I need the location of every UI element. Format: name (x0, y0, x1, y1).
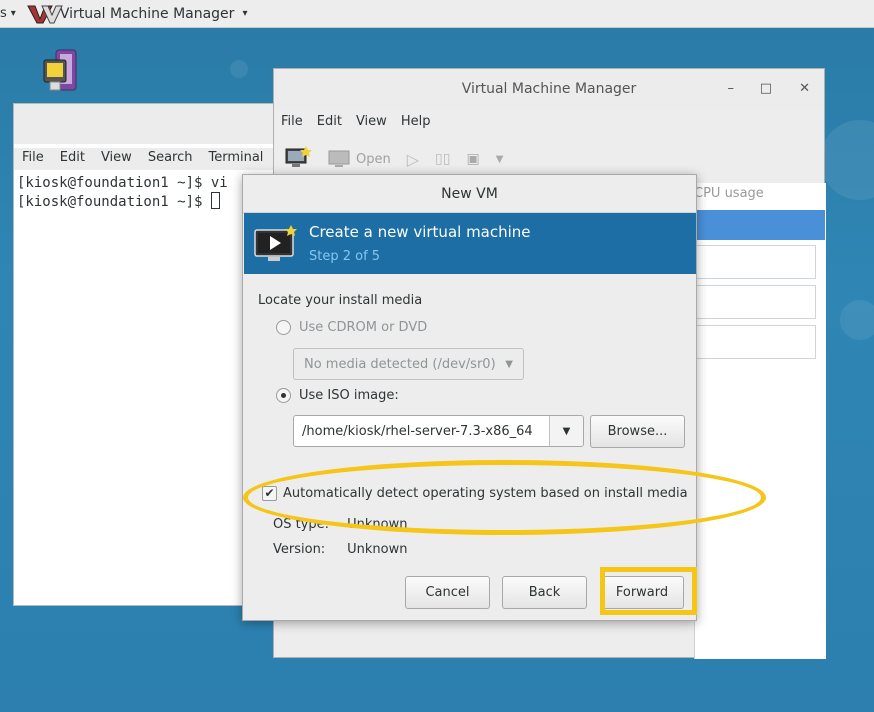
chevron-down-icon: ▼ (562, 425, 571, 437)
iso-dropdown-button[interactable]: ▼ (549, 416, 583, 446)
terminal-menu-view[interactable]: View (93, 148, 140, 170)
vmm-menu-help[interactable]: Help (394, 111, 438, 135)
new-vm-banner-icon (254, 225, 298, 263)
back-button[interactable]: Back (502, 576, 587, 609)
vmm-toolbar: Open ▷ ▯▯ ▣ ▼ (284, 145, 824, 173)
install-media-label: Locate your install media (258, 293, 423, 308)
top-bar: s ▾ Virtual Machine Manager ▾ (0, 0, 874, 28)
chevron-down-icon[interactable]: ▼ (496, 154, 504, 165)
maximize-button[interactable]: □ (760, 81, 772, 96)
cpu-graph (696, 285, 816, 319)
terminal-menu-search[interactable]: Search (140, 148, 201, 170)
cpu-graph (696, 325, 816, 359)
desktop-bokeh (230, 60, 248, 78)
cpu-graph (696, 245, 816, 279)
wizard-step: Step 2 of 5 (309, 249, 381, 264)
pause-icon[interactable]: ▯▯ (435, 151, 450, 167)
cdrom-combo-value: No media detected (/dev/sr0) (304, 356, 496, 372)
iso-path-input[interactable]: /home/kiosk/rhel-server-7.3-x86_64 (294, 424, 550, 439)
iso-path-combo[interactable]: /home/kiosk/rhel-server-7.3-x86_64 ▼ (293, 415, 584, 447)
minimize-button[interactable]: – (728, 81, 735, 96)
iso-radio[interactable] (276, 388, 291, 403)
version-key: Version: (273, 542, 326, 557)
highlight-ellipse (243, 460, 766, 535)
version-row: Version: Unknown (273, 542, 408, 557)
cdrom-radio[interactable] (276, 320, 291, 335)
desktop-bokeh (820, 120, 874, 200)
new-vm-dialog: New VM Create a new virtual machine Step… (242, 174, 697, 621)
desktop-launcher-icon[interactable] (42, 48, 80, 96)
terminal-titlebar[interactable] (14, 104, 274, 144)
close-button[interactable]: ✕ (799, 81, 810, 96)
desktop-bokeh (840, 300, 874, 340)
cdrom-radio-row[interactable]: Use CDROM or DVD (276, 320, 427, 335)
dialog-titlebar[interactable]: New VM (243, 175, 696, 213)
highlight-rectangle (600, 567, 697, 615)
vmm-menu-view[interactable]: View (349, 111, 394, 135)
activities-label[interactable]: s (0, 6, 7, 21)
new-vm-icon[interactable] (284, 145, 312, 173)
terminal-menu-edit[interactable]: Edit (52, 148, 93, 170)
vm-list-selected-row[interactable] (694, 210, 825, 240)
wizard-title: Create a new virtual machine (309, 223, 531, 241)
wizard-banner: Create a new virtual machine Step 2 of 5 (244, 213, 696, 274)
browse-button[interactable]: Browse... (590, 415, 685, 448)
chevron-down-icon: ▼ (505, 359, 513, 370)
terminal-menu-terminal[interactable]: Terminal (200, 148, 271, 170)
vmm-title: Virtual Machine Manager (461, 81, 637, 97)
cancel-button[interactable]: Cancel (405, 576, 490, 609)
open-button[interactable]: Open (328, 150, 391, 168)
vmm-logo-icon (26, 3, 66, 25)
terminal-window: File Edit View Search Terminal [kiosk@fo… (13, 103, 275, 606)
version-value: Unknown (347, 542, 408, 557)
shutdown-icon[interactable]: ▣ (466, 151, 479, 167)
terminal-line-current: [kiosk@foundation1 ~]$ (17, 192, 271, 211)
app-menu-title[interactable]: Virtual Machine Manager (60, 6, 235, 22)
vmm-menu-file[interactable]: File (274, 111, 310, 135)
app-menu-caret[interactable]: ▾ (242, 8, 247, 19)
cpu-usage-header[interactable]: CPU usage (694, 186, 764, 201)
terminal-cursor (210, 192, 220, 209)
terminal-menu-file[interactable]: File (14, 148, 52, 170)
activities-caret[interactable]: ▾ (11, 8, 16, 19)
iso-radio-label: Use ISO image: (299, 388, 399, 403)
terminal-menubar: File Edit View Search Terminal (14, 148, 274, 170)
iso-radio-row[interactable]: Use ISO image: (276, 388, 399, 403)
vmm-titlebar[interactable]: Virtual Machine Manager – □ ✕ (274, 69, 824, 109)
monitor-icon (328, 150, 350, 167)
cdrom-radio-label: Use CDROM or DVD (299, 320, 428, 335)
open-label: Open (356, 151, 391, 167)
vmm-menu-edit[interactable]: Edit (310, 111, 349, 135)
play-icon[interactable]: ▷ (407, 150, 419, 169)
terminal-prompt: [kiosk@foundation1 ~]$ (17, 194, 211, 210)
terminal-line: [kiosk@foundation1 ~]$ vi (17, 175, 228, 191)
vmm-menubar: File Edit View Help (274, 111, 824, 135)
terminal-body[interactable]: [kiosk@foundation1 ~]$ vi [kiosk@foundati… (14, 172, 274, 605)
dialog-title: New VM (441, 185, 498, 202)
cdrom-device-combo[interactable]: No media detected (/dev/sr0) ▼ (293, 348, 524, 380)
